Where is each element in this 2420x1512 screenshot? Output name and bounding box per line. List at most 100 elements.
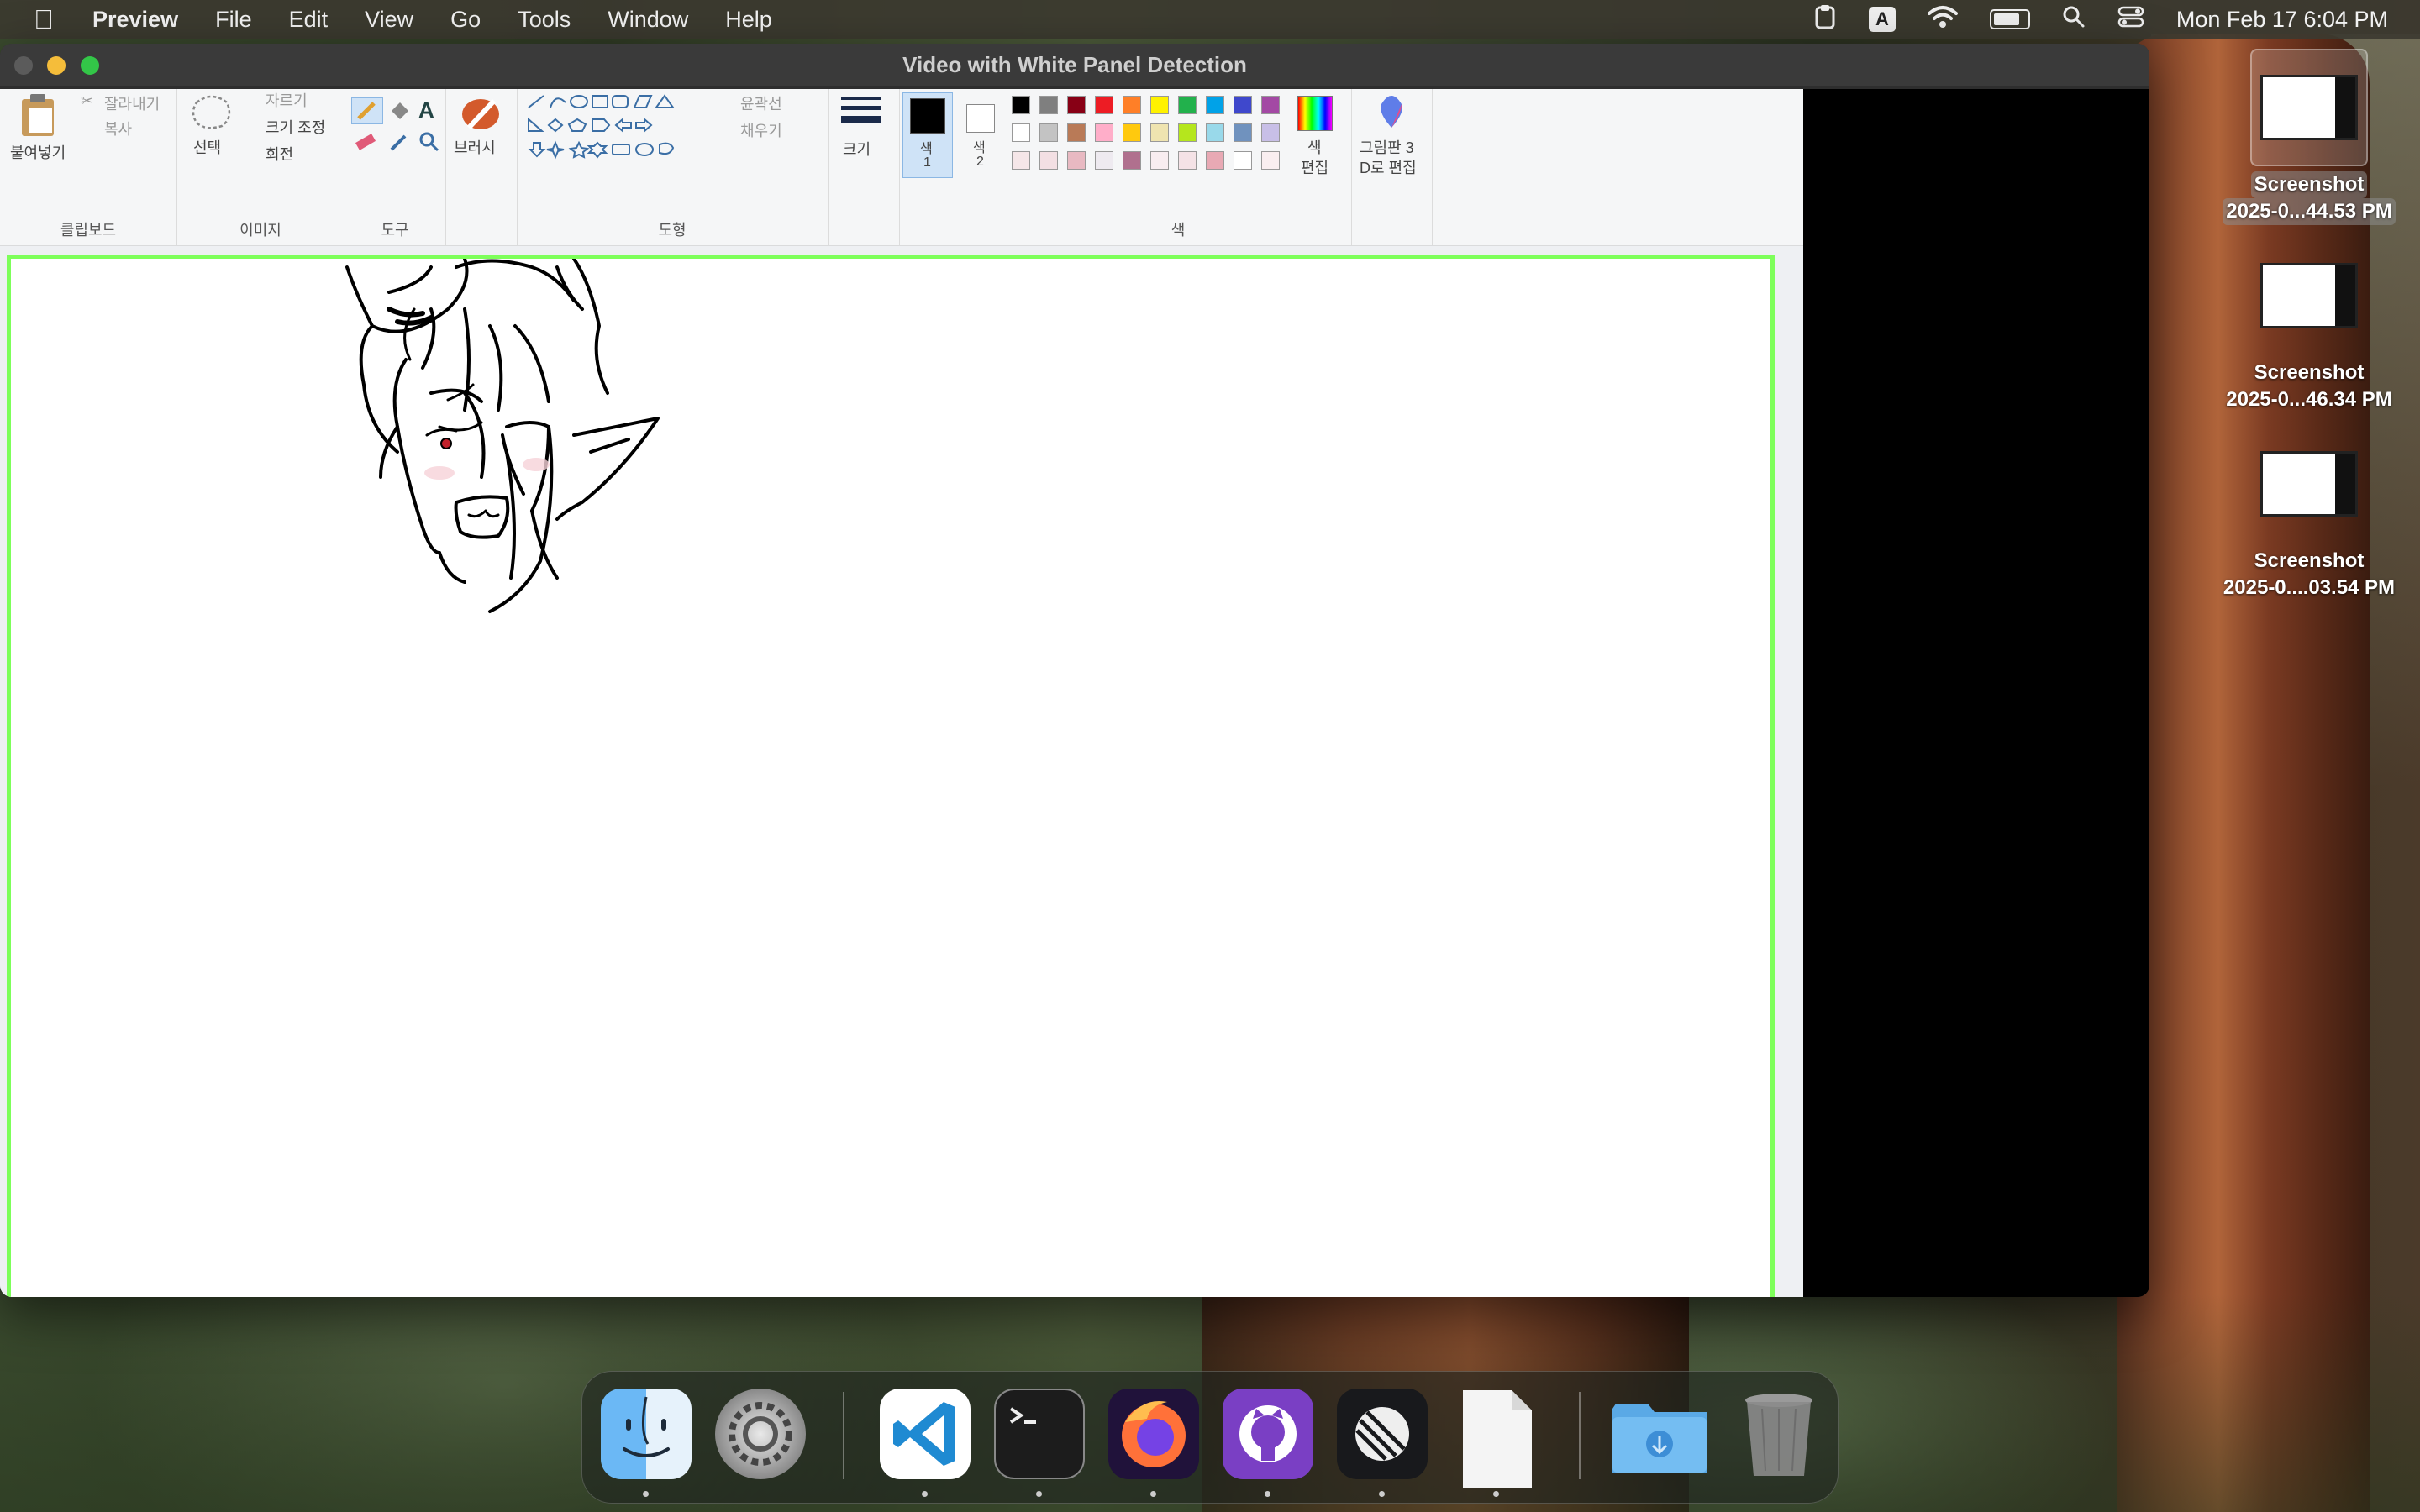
line-size-icon[interactable] xyxy=(839,94,883,131)
palette-swatch[interactable] xyxy=(1206,151,1224,170)
dock-vscode[interactable] xyxy=(880,1389,971,1479)
fill-label[interactable]: 채우기 xyxy=(740,119,782,141)
palette-swatch[interactable] xyxy=(1123,123,1141,142)
cut-label[interactable]: 잘라내기 xyxy=(104,92,160,114)
minimize-window-button[interactable] xyxy=(47,56,66,75)
dock-system-settings[interactable] xyxy=(715,1389,806,1479)
select-icon[interactable] xyxy=(188,92,235,133)
zoom-window-button[interactable] xyxy=(81,56,99,75)
menu-clock[interactable]: Mon Feb 17 6:04 PM xyxy=(2176,7,2388,33)
palette-swatch[interactable] xyxy=(1261,151,1280,170)
palette-swatch[interactable] xyxy=(1012,151,1030,170)
menu-bar:  Preview File Edit View Go Tools Window… xyxy=(0,0,2420,39)
dock-github-desktop[interactable] xyxy=(1223,1389,1313,1479)
video-frame: 붙여넣기 잘라내기 복사 ✂ 클립보드 선택 자르기 크기 조정 회전 이미지 xyxy=(0,89,1803,1297)
color1-number: 1 xyxy=(923,155,931,170)
outline-label[interactable]: 윤곽선 xyxy=(740,92,782,114)
magnifier-icon[interactable] xyxy=(417,129,442,153)
clipboard-status-icon[interactable] xyxy=(1813,4,1837,35)
finder-running-dot xyxy=(643,1491,649,1497)
copy-label[interactable]: 복사 xyxy=(104,118,132,139)
color2-selector[interactable]: 색 2 xyxy=(956,92,1005,176)
crop-label[interactable]: 자르기 xyxy=(266,89,308,111)
palette-swatch[interactable] xyxy=(1261,123,1280,142)
edit-in-paint3d-button[interactable]: 그림판 3 D로 편집 xyxy=(1351,89,1433,245)
menu-go[interactable]: Go xyxy=(450,7,481,33)
color1-selector[interactable]: 색 1 xyxy=(902,92,953,178)
close-window-button[interactable] xyxy=(14,56,33,75)
dock-trash[interactable] xyxy=(1733,1389,1824,1479)
palette-swatch[interactable] xyxy=(1039,96,1058,114)
palette-swatch[interactable] xyxy=(1123,151,1141,170)
text-tool-icon[interactable]: A xyxy=(418,97,434,123)
brush-label[interactable]: 브러시 xyxy=(454,136,496,158)
palette-swatch[interactable] xyxy=(1039,151,1058,170)
palette-swatch[interactable] xyxy=(1012,123,1030,142)
desktop-screenshot-3[interactable]: Screenshot 2025-0....03.54 PM xyxy=(2200,425,2418,601)
menu-app-name[interactable]: Preview xyxy=(92,7,178,33)
palette-swatch[interactable] xyxy=(1234,151,1252,170)
desktop-screenshot-1[interactable]: Screenshot 2025-0...44.53 PM xyxy=(2200,49,2418,225)
dock-document[interactable] xyxy=(1451,1389,1542,1488)
palette-swatch[interactable] xyxy=(1095,96,1113,114)
dock-firefox[interactable] xyxy=(1108,1389,1199,1479)
palette-swatch[interactable] xyxy=(1067,151,1086,170)
palette-swatch[interactable] xyxy=(1123,96,1141,114)
dock-terminal[interactable] xyxy=(994,1389,1085,1479)
vscode-running-dot xyxy=(922,1491,928,1497)
resize-label[interactable]: 크기 조정 xyxy=(266,116,325,138)
palette-swatch[interactable] xyxy=(1095,123,1113,142)
paste-label[interactable]: 붙여넣기 xyxy=(10,141,66,163)
brush-icon[interactable] xyxy=(459,94,502,134)
palette-swatch[interactable] xyxy=(1206,123,1224,142)
trash-icon xyxy=(1745,1394,1812,1476)
size-label[interactable]: 크기 xyxy=(843,138,871,160)
vscode-icon xyxy=(893,1402,955,1466)
wifi-icon[interactable] xyxy=(1927,5,1958,34)
pencil-tool[interactable] xyxy=(351,97,383,124)
palette-swatch[interactable] xyxy=(1150,123,1169,142)
palette-swatch[interactable] xyxy=(1234,96,1252,114)
palette-swatch[interactable] xyxy=(1178,151,1197,170)
color-picker-icon[interactable] xyxy=(387,129,412,153)
menu-help[interactable]: Help xyxy=(725,7,772,33)
desktop-screenshot-2[interactable]: Screenshot 2025-0...46.34 PM xyxy=(2200,237,2418,413)
palette-swatch[interactable] xyxy=(1150,96,1169,114)
palette-swatch[interactable] xyxy=(1012,96,1030,114)
palette-swatch[interactable] xyxy=(1067,123,1086,142)
battery-icon[interactable] xyxy=(1989,9,2030,29)
menu-edit[interactable]: Edit xyxy=(289,7,329,33)
window-titlebar[interactable]: Video with White Panel Detection xyxy=(0,44,2149,86)
palette-swatch[interactable] xyxy=(1178,123,1197,142)
shapes-gallery[interactable] xyxy=(525,92,727,163)
dock-finder[interactable] xyxy=(601,1389,692,1479)
palette-swatch[interactable] xyxy=(1206,96,1224,114)
input-source-badge[interactable]: A xyxy=(1868,7,1896,32)
eraser-icon[interactable] xyxy=(353,129,378,153)
menu-tools[interactable]: Tools xyxy=(518,7,571,33)
apple-menu-icon[interactable]:  xyxy=(34,4,54,35)
menu-window[interactable]: Window xyxy=(608,7,688,33)
palette-swatch[interactable] xyxy=(1234,123,1252,142)
control-center-icon[interactable] xyxy=(2118,5,2144,34)
palette-swatch[interactable] xyxy=(1067,96,1086,114)
palette-swatch[interactable] xyxy=(1095,151,1113,170)
fill-bucket-icon[interactable] xyxy=(387,99,412,123)
terminal-icon xyxy=(1009,1407,1036,1424)
paste-icon[interactable] xyxy=(18,92,57,138)
ribbon-group-brush: 브러시 xyxy=(445,89,518,245)
edit-colors-button[interactable]: 색 편집 xyxy=(1286,89,1351,245)
palette-swatch[interactable] xyxy=(1178,96,1197,114)
palette-swatch[interactable] xyxy=(1150,151,1169,170)
pencil-icon xyxy=(357,102,376,120)
menu-file[interactable]: File xyxy=(215,7,252,33)
palette-swatch[interactable] xyxy=(1039,123,1058,142)
screenshot-thumbnail-2 xyxy=(2250,237,2368,354)
dock-downloads-folder[interactable] xyxy=(1609,1389,1707,1479)
spotlight-search-icon[interactable] xyxy=(2062,5,2086,34)
dock-linear[interactable] xyxy=(1337,1389,1428,1479)
rotate-label[interactable]: 회전 xyxy=(266,143,293,165)
select-label[interactable]: 선택 xyxy=(193,136,221,158)
palette-swatch[interactable] xyxy=(1261,96,1280,114)
menu-view[interactable]: View xyxy=(365,7,413,33)
